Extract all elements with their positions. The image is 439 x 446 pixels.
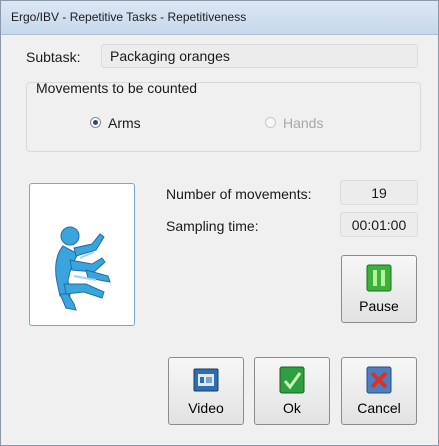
cancel-x-icon [366,366,392,394]
arms-radio-label[interactable]: Arms [108,115,141,131]
hands-radio-label[interactable]: Hands [283,115,323,131]
checkmark-icon [279,366,305,394]
pause-button[interactable]: Pause [341,255,417,323]
video-button-label: Video [188,400,224,416]
arms-radio[interactable] [90,117,101,128]
dialog-window: Ergo/IBV - Repetitive Tasks - Repetitive… [0,0,439,446]
hands-radio[interactable] [265,117,276,128]
movements-count-field: 19 [340,180,418,205]
pause-icon [366,264,392,292]
sampling-time-label: Sampling time: [166,218,259,234]
dialog-body: Subtask: Packaging oranges Movements to … [7,35,432,439]
ok-button-label: Ok [283,400,301,416]
pause-button-label: Pause [359,298,399,314]
title-bar[interactable]: Ergo/IBV - Repetitive Tasks - Repetitive… [1,1,438,35]
cancel-button[interactable]: Cancel [341,357,417,425]
subtask-field[interactable]: Packaging oranges [101,44,418,68]
subtask-label: Subtask: [26,49,81,65]
cancel-button-label: Cancel [357,400,401,416]
task-figure-frame [29,183,135,326]
movements-count-label: Number of movements: [166,186,312,202]
sampling-time-field: 00:01:00 [340,212,418,237]
movements-group-title: Movements to be counted [36,80,198,96]
ok-button[interactable]: Ok [254,357,330,425]
video-button[interactable]: Video [168,357,244,425]
worker-arms-icon [55,226,111,311]
video-icon [193,368,219,392]
window-title: Ergo/IBV - Repetitive Tasks - Repetitive… [11,10,247,24]
